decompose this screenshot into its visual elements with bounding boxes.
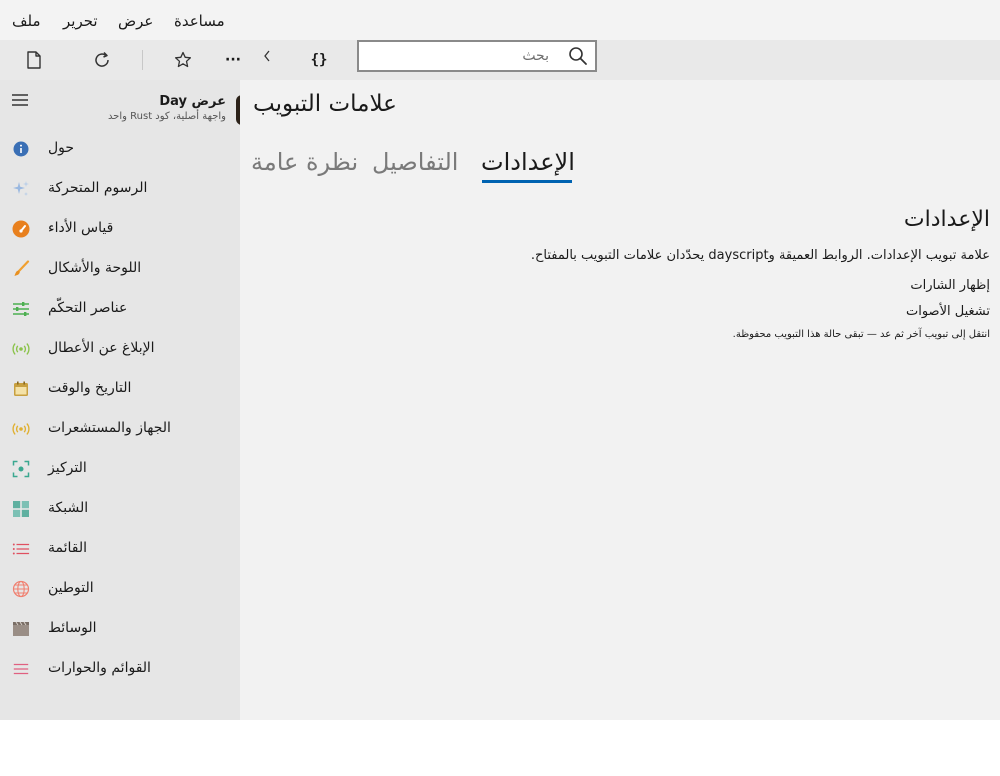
sidebar-item-localization[interactable]: التوطين [0, 569, 240, 609]
hamburger-icon [12, 94, 28, 106]
sidebar-item-focus[interactable]: التركيز [0, 449, 240, 489]
sidebar-item-menus-dialogs[interactable]: القوائم والحوارات [0, 649, 240, 689]
refresh-icon [95, 51, 109, 67]
star-icon [174, 51, 192, 68]
info-icon [12, 140, 30, 158]
app-title: عرض Day [159, 94, 226, 109]
sidebar-item-label: قياس الأداء [48, 220, 114, 236]
toolbar-separator [142, 50, 143, 70]
sidebar-item-label: اللوحة والأشكال [48, 260, 142, 276]
sidebar-item-label: القائمة [48, 540, 87, 556]
gauge-icon [12, 220, 30, 238]
menu-bar: ملف تحرير عرض مساعدة [0, 0, 1000, 40]
sidebar-item-label: الجهاز والمستشعرات [48, 420, 171, 436]
globe-icon [12, 580, 30, 598]
sidebar-item-controls[interactable]: عناصر التحكّم [0, 289, 240, 329]
menu-view[interactable]: عرض [118, 11, 153, 31]
sidebar-item-label: الإبلاغ عن الأعطال [48, 340, 155, 356]
sensor-icon [12, 420, 30, 438]
tab-overview[interactable]: نظرة عامة [251, 146, 358, 178]
chevron-icon [264, 50, 270, 62]
chevron-button[interactable] [247, 36, 287, 76]
tab-description: علامة تبويب الإعدادات. الروابط العميقة و… [530, 248, 990, 263]
section-heading: الإعدادات [903, 207, 990, 232]
sidebar-item-label: التوطين [48, 580, 94, 596]
grid-icon [12, 500, 30, 518]
media-icon [12, 620, 30, 638]
main-content: علامات التبويب الإعدادات التفاصيل نظرة ع… [240, 80, 1000, 720]
sidebar-item-performance[interactable]: قياس الأداء [0, 209, 240, 249]
app-subtitle: واجهة أصلية، كود Rust واحد [107, 111, 226, 122]
hamburger-button[interactable] [6, 88, 34, 112]
toolbar: ··· {} [0, 40, 1000, 80]
calendar-icon [12, 380, 30, 398]
more-icon: ··· [225, 52, 241, 68]
sliders-icon [12, 300, 30, 318]
brush-icon [12, 260, 30, 278]
sidebar-item-label: التركيز [48, 460, 87, 476]
active-tab-indicator [482, 180, 572, 183]
broadcast-icon [12, 340, 30, 358]
sidebar-item-list[interactable]: القائمة [0, 529, 240, 569]
sidebar-item-label: الوسائط [48, 620, 97, 636]
sidebar-item-label: حول [48, 140, 75, 156]
new-document-button[interactable] [14, 40, 54, 80]
braces-button[interactable]: {} [299, 40, 339, 80]
new-document-icon [27, 51, 41, 69]
refresh-button[interactable] [82, 40, 122, 80]
menu-edit[interactable]: تحرير [63, 11, 98, 31]
sidebar-item-canvas[interactable]: اللوحة والأشكال [0, 249, 240, 289]
sidebar-item-animations[interactable]: الرسوم المتحركة [0, 169, 240, 209]
menu-help[interactable]: مساعدة [174, 11, 225, 31]
sidebar-item-grid[interactable]: الشبكة [0, 489, 240, 529]
page-title: علامات التبويب [253, 91, 397, 117]
sidebar: عرض Day واجهة أصلية، كود Rust واحد حول ا… [0, 80, 244, 720]
search-icon [569, 47, 587, 65]
sidebar-item-date-time[interactable]: التاريخ والوقت [0, 369, 240, 409]
sidebar-item-label: القوائم والحوارات [48, 660, 151, 676]
favorite-button[interactable] [163, 40, 203, 80]
tab-settings[interactable]: الإعدادات [481, 146, 575, 178]
state-preserved-note: انتقل إلى تبويب آخر ثم عد — تبقى حالة هذ… [732, 329, 990, 340]
sidebar-item-label: التاريخ والوقت [48, 380, 132, 396]
list-icon [12, 540, 30, 558]
show-badges-option[interactable]: إظهار الشارات [910, 276, 990, 296]
menu-lines-icon [12, 660, 30, 678]
sidebar-item-about[interactable]: حول [0, 129, 240, 169]
tab-details[interactable]: التفاصيل [372, 146, 458, 178]
sidebar-item-crash-reporting[interactable]: الإبلاغ عن الأعطال [0, 329, 240, 369]
braces-icon: {} [310, 52, 328, 68]
focus-icon [12, 460, 30, 478]
sidebar-item-label: الشبكة [48, 500, 89, 516]
play-sounds-option[interactable]: تشغيل الأصوات [906, 302, 990, 322]
sparkle-icon [12, 180, 30, 198]
sidebar-item-label: الرسوم المتحركة [48, 180, 148, 196]
sidebar-item-label: عناصر التحكّم [48, 300, 128, 316]
search-button[interactable] [565, 44, 591, 68]
search-input[interactable] [359, 42, 559, 70]
sidebar-item-device-sensors[interactable]: الجهاز والمستشعرات [0, 409, 240, 449]
menu-file[interactable]: ملف [12, 11, 41, 31]
sidebar-item-media[interactable]: الوسائط [0, 609, 240, 649]
search-box [357, 40, 597, 72]
